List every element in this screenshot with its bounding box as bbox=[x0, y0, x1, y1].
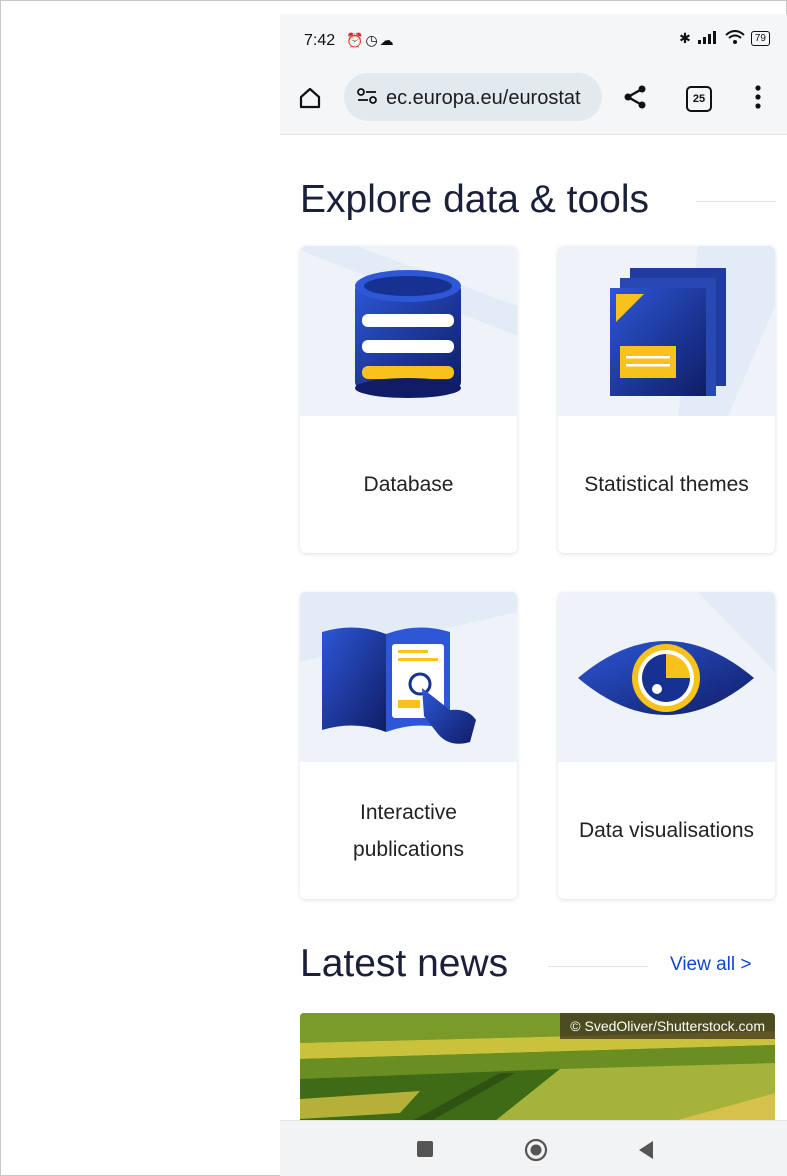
signal-icon bbox=[697, 30, 719, 47]
more-menu-icon[interactable] bbox=[754, 84, 762, 115]
interactive-publication-icon bbox=[300, 592, 517, 744]
card-label: Data visualisations bbox=[578, 819, 755, 842]
recents-button[interactable] bbox=[417, 1141, 433, 1157]
title-divider bbox=[548, 966, 648, 967]
site-settings-icon[interactable] bbox=[356, 87, 378, 110]
status-time: 7:42 bbox=[304, 32, 336, 49]
explore-section-title: Explore data & tools bbox=[300, 178, 650, 221]
card-interactive-publications[interactable]: Interactive publications bbox=[300, 592, 517, 899]
back-button[interactable] bbox=[638, 1140, 654, 1165]
card-image bbox=[558, 246, 775, 416]
card-statistical-themes[interactable]: Statistical themes bbox=[558, 246, 775, 553]
card-database[interactable]: Database bbox=[300, 246, 517, 553]
card-label: Database bbox=[363, 473, 454, 496]
view-all-link[interactable]: View all > bbox=[670, 954, 752, 976]
database-icon bbox=[300, 246, 517, 398]
tab-switcher-button[interactable]: 25 bbox=[686, 86, 712, 112]
card-image bbox=[300, 592, 517, 762]
cloud-icon: ☁ bbox=[379, 32, 396, 48]
card-data-visualisations[interactable]: Data visualisations bbox=[558, 592, 775, 899]
wifi-icon bbox=[725, 30, 745, 47]
documents-icon bbox=[610, 246, 775, 416]
status-notification-icons: ⏰◷☁ bbox=[346, 32, 396, 49]
news-section-title: Latest news bbox=[300, 942, 509, 985]
card-image bbox=[558, 592, 775, 762]
alarm-outline-icon: ◷ bbox=[365, 32, 380, 48]
home-icon[interactable] bbox=[298, 86, 322, 115]
phone-screen: 7:42 ⏰◷☁ ✱ 79 ec.europa.eu/eurostat 25 E… bbox=[280, 14, 787, 1176]
image-credit: © SvedOliver/Shutterstock.com bbox=[560, 1013, 775, 1039]
home-button[interactable] bbox=[524, 1138, 548, 1167]
share-icon[interactable] bbox=[622, 84, 648, 115]
title-divider bbox=[696, 201, 776, 202]
card-label: Statistical themes bbox=[584, 473, 749, 496]
url-bar[interactable]: ec.europa.eu/eurostat bbox=[344, 73, 602, 121]
alarm-icon: ⏰ bbox=[346, 32, 366, 48]
bluetooth-icon: ✱ bbox=[679, 30, 691, 46]
battery-icon: 79 bbox=[750, 31, 770, 46]
card-image bbox=[300, 246, 517, 416]
status-system-icons: ✱ 79 bbox=[679, 30, 770, 47]
card-label: Interactive publications bbox=[353, 800, 464, 861]
eye-icon bbox=[578, 592, 775, 715]
status-bar: 7:42 ⏰◷☁ ✱ 79 bbox=[280, 14, 787, 64]
system-nav-bar bbox=[280, 1120, 787, 1176]
url-text[interactable]: ec.europa.eu/eurostat bbox=[386, 87, 581, 110]
news-image[interactable]: © SvedOliver/Shutterstock.com bbox=[300, 1013, 775, 1133]
browser-toolbar: ec.europa.eu/eurostat 25 bbox=[280, 64, 787, 135]
